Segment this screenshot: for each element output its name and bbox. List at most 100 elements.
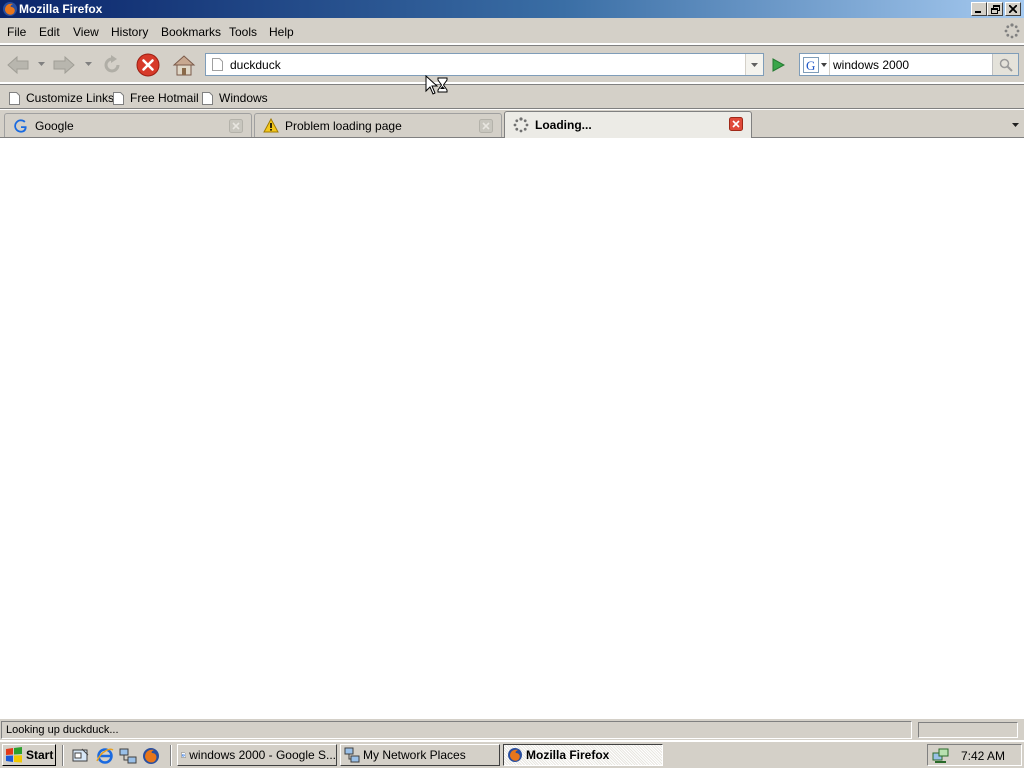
clock[interactable]: 7:42 AM [961, 749, 1005, 763]
back-arrow-icon [7, 55, 29, 75]
forward-arrow-icon [53, 55, 75, 75]
forward-button[interactable] [51, 52, 77, 78]
back-button[interactable] [5, 52, 31, 78]
windows-logo-icon [6, 747, 22, 763]
close-icon [229, 119, 243, 133]
bookmark-label: Free Hotmail [130, 91, 199, 105]
tab-close-button[interactable] [729, 117, 743, 131]
chevron-down-icon [1011, 123, 1019, 127]
tab-bar: Google Problem loading page Loading... [0, 110, 1024, 138]
task-button-my-network-places[interactable]: My Network Places [340, 744, 500, 766]
system-tray: 7:42 AM [927, 744, 1022, 766]
menu-view[interactable]: View [73, 25, 99, 39]
task-label: Mozilla Firefox [526, 748, 610, 762]
task-label: windows 2000 - Google S... [189, 748, 336, 762]
url-text: duckduck [230, 58, 281, 72]
reload-button[interactable] [99, 52, 125, 78]
tab-close-button[interactable] [229, 119, 243, 133]
taskbar-separator [62, 745, 64, 766]
warning-icon [263, 118, 279, 134]
search-submit-button[interactable] [992, 54, 1018, 75]
chevron-down-icon [821, 62, 827, 67]
ie-page-icon [181, 752, 186, 758]
status-text: Looking up duckduck... [1, 721, 912, 739]
quicklaunch-network[interactable] [118, 746, 138, 766]
svg-text:G: G [806, 58, 815, 73]
menu-edit[interactable]: Edit [39, 25, 60, 39]
home-icon [172, 55, 196, 76]
close-icon [1009, 5, 1017, 13]
loading-spinner-icon [513, 117, 529, 133]
minimize-icon [975, 11, 981, 13]
menu-tools[interactable]: Tools [229, 25, 257, 39]
address-bar[interactable]: duckduck [205, 53, 764, 76]
bookmark-customize-links[interactable]: Customize Links [9, 90, 114, 106]
chevron-down-icon [84, 62, 92, 66]
start-label: Start [26, 748, 54, 762]
tab-label: Problem loading page [285, 118, 402, 133]
window-titlebar[interactable]: Mozilla Firefox [0, 0, 1024, 18]
page-content[interactable] [0, 138, 1024, 718]
search-bar[interactable]: G windows 2000 [799, 53, 1019, 76]
go-button[interactable] [768, 55, 788, 75]
reload-icon [104, 55, 120, 73]
menu-file[interactable]: File [7, 25, 26, 39]
page-icon [202, 91, 213, 105]
page-icon [113, 91, 124, 105]
show-desktop-icon [72, 748, 89, 762]
taskbar-separator [170, 745, 172, 766]
search-engine-selector[interactable]: G [800, 54, 830, 75]
chevron-down-icon [751, 62, 758, 67]
menu-help[interactable]: Help [269, 25, 294, 39]
tab-problem-loading[interactable]: Problem loading page [254, 113, 502, 137]
ie-icon [96, 748, 114, 764]
bookmark-free-hotmail[interactable]: Free Hotmail [113, 90, 199, 106]
firefox-icon [508, 748, 522, 762]
task-button-mozilla-firefox[interactable]: Mozilla Firefox [503, 744, 663, 766]
all-tabs-button[interactable] [1006, 113, 1024, 137]
stop-icon [136, 53, 160, 77]
taskbar: Start windows 2000 - Google S... My Netw… [0, 741, 1024, 768]
menu-history[interactable]: History [111, 25, 148, 39]
firefox-icon [143, 748, 159, 764]
bookmark-label: Customize Links [26, 91, 115, 105]
minimize-button[interactable] [971, 2, 987, 16]
menu-bookmarks[interactable]: Bookmarks [161, 25, 221, 39]
back-history-dropdown[interactable] [37, 59, 45, 69]
forward-history-dropdown[interactable] [84, 59, 92, 69]
tab-close-button[interactable] [479, 119, 493, 133]
task-label: My Network Places [363, 748, 466, 762]
page-icon [212, 58, 223, 71]
close-window-button[interactable] [1005, 2, 1021, 16]
bookmarks-toolbar: Customize Links Free Hotmail Windows [0, 84, 1024, 109]
google-icon [13, 118, 29, 134]
google-icon: G [803, 56, 819, 73]
restore-icon [990, 4, 1000, 14]
bookmark-windows[interactable]: Windows [202, 90, 268, 106]
tab-google[interactable]: Google [4, 113, 252, 137]
quicklaunch-firefox[interactable] [141, 746, 161, 766]
url-history-dropdown[interactable] [745, 54, 763, 75]
close-icon [729, 117, 743, 131]
progress-meter [918, 722, 1018, 738]
bookmark-label: Windows [219, 91, 268, 105]
tab-loading[interactable]: Loading... [504, 111, 752, 138]
close-icon [479, 119, 493, 133]
stop-button[interactable] [135, 52, 161, 78]
throbber-icon [1004, 23, 1020, 39]
status-bar: Looking up duckduck... [0, 718, 1024, 740]
navigation-toolbar: duckduck G windows 2000 [0, 45, 1024, 83]
network-connection-icon[interactable] [932, 747, 950, 765]
task-button-google-search[interactable]: windows 2000 - Google S... [177, 744, 337, 766]
home-button[interactable] [171, 52, 197, 78]
network-icon [344, 747, 360, 763]
start-button[interactable]: Start [2, 744, 56, 766]
search-input[interactable]: windows 2000 [833, 58, 909, 72]
restore-button[interactable] [987, 2, 1003, 16]
busy-cursor-icon [425, 75, 448, 95]
quicklaunch-desktop[interactable] [71, 746, 91, 766]
chevron-down-icon [37, 62, 45, 66]
quicklaunch-ie[interactable] [95, 746, 115, 766]
tab-label: Loading... [535, 118, 592, 132]
window-title: Mozilla Firefox [19, 2, 103, 16]
